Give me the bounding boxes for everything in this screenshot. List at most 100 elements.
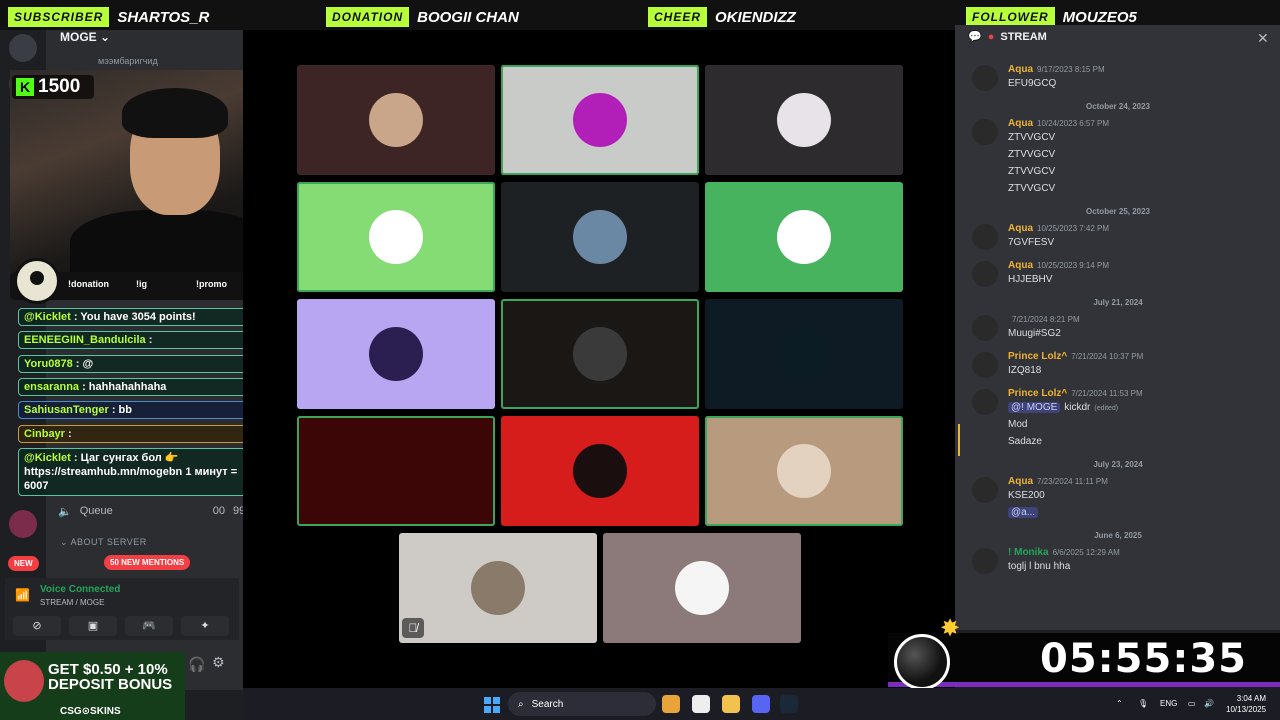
message-author[interactable]: Aqua: [1008, 260, 1033, 271]
participant-tile[interactable]: [399, 533, 597, 643]
participant-tile[interactable]: [501, 416, 699, 526]
avatar[interactable]: [972, 119, 998, 145]
promo-text: GET $0.50 + 10% DEPOSIT BONUS: [48, 662, 188, 692]
avatar[interactable]: [972, 352, 998, 378]
participant-tile[interactable]: [297, 299, 495, 409]
soundboard-button[interactable]: ✦: [181, 616, 229, 636]
close-icon[interactable]: ✕: [1257, 30, 1269, 47]
mic-muted-icon: 🎙̸: [402, 618, 424, 638]
participant-tile[interactable]: [501, 65, 699, 175]
message-header: Prince Lolz^ 7/21/2024 11:53 PM: [1008, 388, 1143, 399]
message-text: EFU9GCQ: [1008, 78, 1057, 89]
tray-chevron-icon[interactable]: ⌃: [1116, 699, 1123, 708]
voice-status[interactable]: Voice Connected: [40, 584, 120, 595]
chat-text: : @: [72, 358, 94, 370]
avatar[interactable]: [972, 389, 998, 415]
windows-start-icon[interactable]: [484, 697, 500, 713]
chrome-icon[interactable]: [662, 695, 680, 713]
avatar[interactable]: [972, 548, 998, 574]
home-icon[interactable]: [9, 34, 37, 62]
search-icon: ⌕: [518, 698, 524, 710]
date-divider: June 6, 2025: [1094, 531, 1142, 540]
server-name[interactable]: MOGE ⌄: [60, 30, 110, 44]
chat-user: @Kicklet: [24, 452, 71, 464]
message-author[interactable]: Aqua: [1008, 476, 1033, 487]
participant-tile[interactable]: [603, 533, 801, 643]
message-author[interactable]: Aqua: [1008, 118, 1033, 129]
user-mention[interactable]: @! MOGE: [1008, 402, 1061, 413]
camera-off-button[interactable]: ⊘: [13, 616, 61, 636]
participant-tile[interactable]: [297, 416, 495, 526]
promo-line-2: DEPOSIT BONUS: [48, 676, 173, 693]
date-divider: October 24, 2023: [1085, 102, 1151, 111]
screen-share-button[interactable]: ▣: [69, 616, 117, 636]
participant-tile[interactable]: [705, 182, 903, 292]
message-timestamp: 6/6/2025 12:29 AM: [1052, 548, 1120, 557]
mention-highlight: [958, 424, 960, 456]
message-text: ZTVVGCV: [1008, 166, 1056, 177]
signal-icon: 📶: [15, 588, 30, 602]
chat-text: :: [145, 334, 153, 346]
message-timestamp: 7/21/2024 11:53 PM: [1071, 389, 1143, 398]
participant-tile[interactable]: [705, 65, 903, 175]
message-header: Prince Lolz^ 7/21/2024 10:37 PM: [1008, 351, 1143, 362]
voice-channel[interactable]: STREAM / MOGE: [40, 598, 104, 607]
avatar[interactable]: [972, 224, 998, 250]
channel-title: STREAM: [1000, 30, 1047, 43]
avatar[interactable]: [972, 65, 998, 91]
volume-icon[interactable]: 🔊: [1204, 699, 1214, 708]
about-server-category[interactable]: ⌄ ABOUT SERVER: [60, 537, 147, 548]
alert-name: OKIENDIZZ: [715, 8, 796, 26]
server-icon[interactable]: [9, 510, 37, 538]
promo-brand: CSG⊙SKINS: [60, 706, 121, 717]
streamer-shirt: [70, 210, 264, 275]
message-text: kickdr: [1064, 402, 1091, 413]
message-timestamp: 10/25/2023 7:42 PM: [1037, 224, 1110, 233]
queue-row[interactable]: 🔈 Queue 00 99: [58, 505, 245, 518]
taskbar-search[interactable]: ⌕ Search: [508, 692, 656, 716]
chat-text: : hahhahahhaha: [79, 381, 167, 393]
steam-icon[interactable]: [780, 695, 798, 713]
message-author[interactable]: Aqua: [1008, 223, 1033, 234]
alert-name: BOOGII CHAN: [417, 8, 519, 26]
new-mentions-pill[interactable]: 50 NEW MENTIONS: [104, 555, 191, 570]
clock-date: 10/13/2025: [1226, 705, 1267, 714]
server-name-label: MOGE: [60, 30, 97, 44]
user-mention[interactable]: @a...: [1008, 507, 1039, 518]
message-text: Muugi#SG2: [1008, 328, 1061, 339]
mascot-icon: [14, 258, 60, 304]
folder-icon[interactable]: [722, 695, 740, 713]
participant-tile[interactable]: [705, 299, 903, 409]
message-author[interactable]: ! Monika: [1008, 547, 1049, 558]
message-timestamp: 9/17/2023 8:15 PM: [1037, 65, 1105, 74]
avatar[interactable]: [972, 477, 998, 503]
message-author[interactable]: Aqua: [1008, 64, 1033, 75]
new-badge[interactable]: NEW: [8, 556, 39, 571]
channel-hint[interactable]: мээмбаригчид: [98, 56, 158, 66]
app-icon[interactable]: [692, 695, 710, 713]
gear-icon[interactable]: ⚙: [212, 654, 225, 671]
text-channel-header: 💬 ● STREAM: [968, 30, 1047, 44]
display-icon[interactable]: ▭: [1188, 699, 1196, 708]
mic-icon[interactable]: 🎙: [1138, 699, 1148, 708]
avatar[interactable]: [972, 315, 998, 341]
participant-tile[interactable]: [297, 182, 495, 292]
discord-icon[interactable]: [752, 695, 770, 713]
spark-icon: ✸: [940, 615, 961, 642]
clock-time: 3:04 AM: [1236, 694, 1267, 703]
taskbar-clock[interactable]: 3:04 AM 10/13/2025: [1226, 693, 1266, 715]
message-timestamp: 7/21/2024 10:37 PM: [1071, 352, 1144, 361]
participant-tile[interactable]: [705, 416, 903, 526]
chat-overlay-message: Cinbayr :: [18, 425, 258, 443]
chat-user: Cinbayr: [24, 428, 65, 440]
participant-tile[interactable]: [501, 182, 699, 292]
participant-tile[interactable]: [501, 299, 699, 409]
activity-button[interactable]: 🎮: [125, 616, 173, 636]
message-header: Aqua 7/23/2024 11:11 PM: [1008, 476, 1108, 487]
avatar[interactable]: [972, 261, 998, 287]
language-indicator[interactable]: ENG: [1160, 699, 1177, 708]
message-author[interactable]: Prince Lolz^: [1008, 351, 1067, 362]
participant-tile[interactable]: [297, 65, 495, 175]
headset-icon[interactable]: 🎧: [188, 656, 205, 673]
message-author[interactable]: Prince Lolz^: [1008, 388, 1067, 399]
